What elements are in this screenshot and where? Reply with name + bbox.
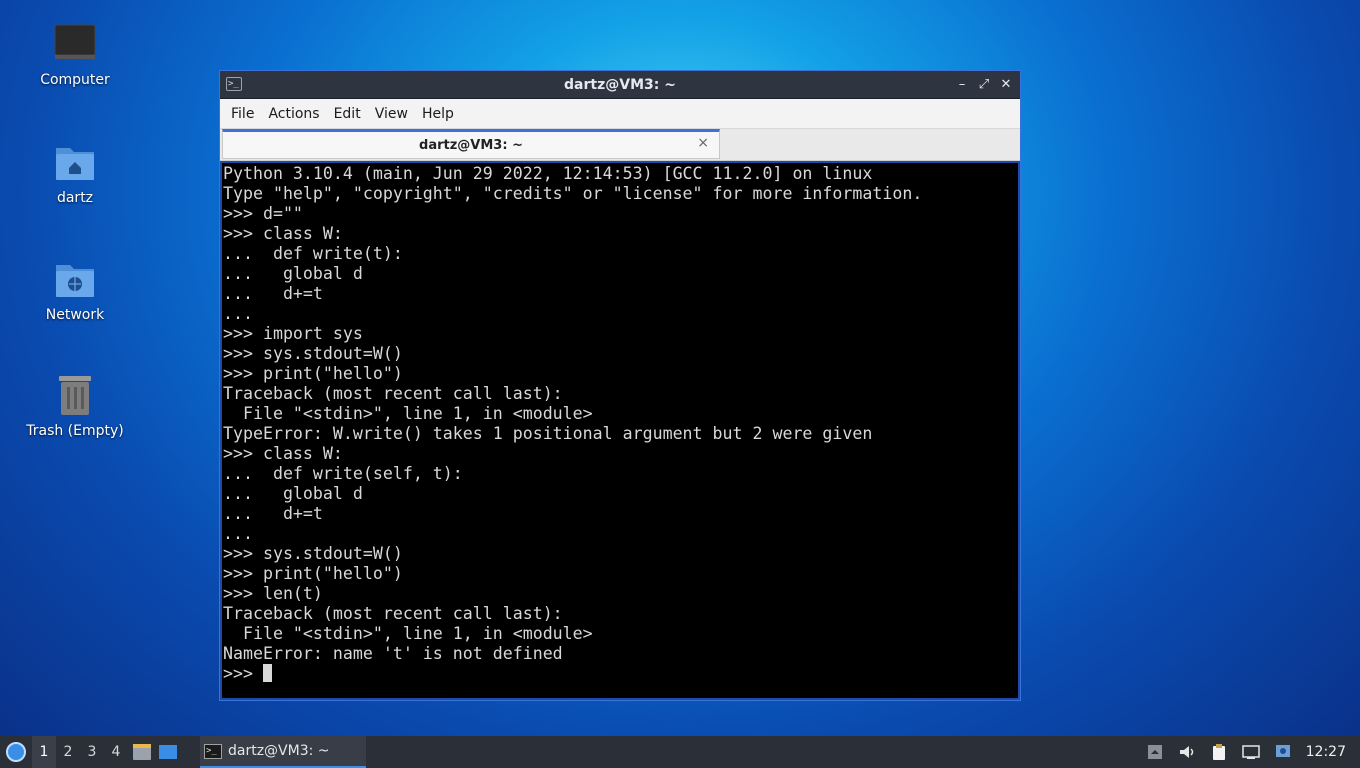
home-folder-icon (53, 140, 97, 184)
menu-view[interactable]: View (368, 106, 415, 122)
taskbar: 1 2 3 4 >_ dartz@VM3: ~ 12:27 (0, 736, 1360, 768)
terminal-line: File "<stdin>", line 1, in <module> (223, 404, 593, 423)
file-manager-launcher[interactable] (130, 736, 154, 768)
desktop-icon-label: Trash (Empty) (26, 423, 124, 439)
file-manager-icon (133, 744, 151, 760)
workspace-4[interactable]: 4 (104, 736, 128, 768)
terminal-line: ... (223, 304, 253, 323)
terminal-prompt: >>> (223, 664, 263, 683)
terminal-line: >>> class W: (223, 444, 343, 463)
desktop-icon-label: Computer (40, 72, 110, 88)
workspace-3[interactable]: 3 (80, 736, 104, 768)
desktop-icon-computer[interactable]: Computer (20, 22, 130, 88)
terminal-task-icon: >_ (204, 743, 222, 759)
tab-bar: dartz@VM3: ~ × (220, 129, 1020, 161)
terminal-line: >>> len(t) (223, 584, 323, 603)
menubar: File Actions Edit View Help (220, 99, 1020, 129)
system-tray: 12:27 (1146, 736, 1360, 768)
terminal-app-icon: >_ (226, 77, 242, 91)
terminal-line: ... global d (223, 264, 363, 283)
window-title: dartz@VM3: ~ (564, 76, 676, 93)
workspace-1[interactable]: 1 (32, 736, 56, 768)
network-status-icon[interactable] (1241, 743, 1260, 761)
terminal-line: ... def write(t): (223, 244, 403, 263)
terminal-line: Type "help", "copyright", "credits" or "… (223, 184, 923, 203)
tab-close-icon[interactable]: × (697, 135, 709, 151)
terminal-line: ... d+=t (223, 284, 323, 303)
terminal-line: Traceback (most recent call last): (223, 604, 563, 623)
terminal-line: ... d+=t (223, 504, 323, 523)
network-folder-icon (53, 257, 97, 301)
terminal-window: >_ dartz@VM3: ~ – ⤢ ✕ File Actions Edit … (219, 70, 1021, 701)
update-notifier-icon[interactable] (1274, 743, 1292, 761)
workspace-2[interactable]: 2 (56, 736, 80, 768)
terminal-line: Python 3.10.4 (main, Jun 29 2022, 12:14:… (223, 164, 873, 183)
menu-actions[interactable]: Actions (261, 106, 326, 122)
terminal-line: >>> d="" (223, 204, 303, 223)
tab-label: dartz@VM3: ~ (419, 137, 523, 153)
terminal-prompt-line[interactable]: >>> (223, 664, 1018, 684)
menu-edit[interactable]: Edit (327, 106, 368, 122)
terminal-line: >>> sys.stdout=W() (223, 544, 403, 563)
computer-icon (53, 22, 97, 66)
show-desktop-button[interactable] (156, 736, 180, 768)
clock[interactable]: 12:27 (1306, 744, 1346, 760)
desktop-icon-home[interactable]: dartz (20, 140, 130, 206)
desktop-icon-trash[interactable]: Trash (Empty) (20, 373, 130, 439)
desktop-icon-label: dartz (56, 190, 94, 206)
menu-help[interactable]: Help (415, 106, 461, 122)
terminal-line: ... global d (223, 484, 363, 503)
terminal-line: >>> print("hello") (223, 364, 403, 383)
terminal-line: >>> import sys (223, 324, 363, 343)
terminal-line: ... (223, 524, 253, 543)
terminal-line: NameError: name 't' is not defined (223, 644, 563, 663)
terminal-line: ... def write(self, t): (223, 464, 463, 483)
tab-terminal[interactable]: dartz@VM3: ~ × (222, 129, 720, 159)
volume-icon[interactable] (1178, 743, 1196, 761)
trash-icon (53, 373, 97, 417)
menu-file[interactable]: File (224, 106, 261, 122)
tray-up-arrow-icon[interactable] (1146, 743, 1164, 761)
terminal-line: File "<stdin>", line 1, in <module> (223, 624, 593, 643)
desktop-icon-label: Network (45, 307, 105, 323)
maximize-icon[interactable]: ⤢ (976, 77, 992, 93)
text-cursor (262, 664, 272, 682)
terminal-line: Traceback (most recent call last): (223, 384, 563, 403)
window-titlebar[interactable]: >_ dartz@VM3: ~ – ⤢ ✕ (220, 71, 1020, 99)
start-menu-button[interactable] (0, 736, 32, 768)
task-terminal[interactable]: >_ dartz@VM3: ~ (200, 736, 366, 768)
close-icon[interactable]: ✕ (998, 77, 1014, 93)
minimize-icon[interactable]: – (954, 77, 970, 93)
terminal-line: >>> class W: (223, 224, 343, 243)
clipboard-icon[interactable] (1210, 743, 1228, 761)
terminal-line: >>> sys.stdout=W() (223, 344, 403, 363)
lubuntu-logo-icon (6, 742, 26, 762)
terminal-output[interactable]: Python 3.10.4 (main, Jun 29 2022, 12:14:… (222, 163, 1018, 698)
task-label: dartz@VM3: ~ (228, 743, 330, 759)
desktop-icon (159, 745, 177, 759)
terminal-line: >>> print("hello") (223, 564, 403, 583)
desktop-icon-network[interactable]: Network (20, 257, 130, 323)
terminal-line: TypeError: W.write() takes 1 positional … (223, 424, 873, 443)
